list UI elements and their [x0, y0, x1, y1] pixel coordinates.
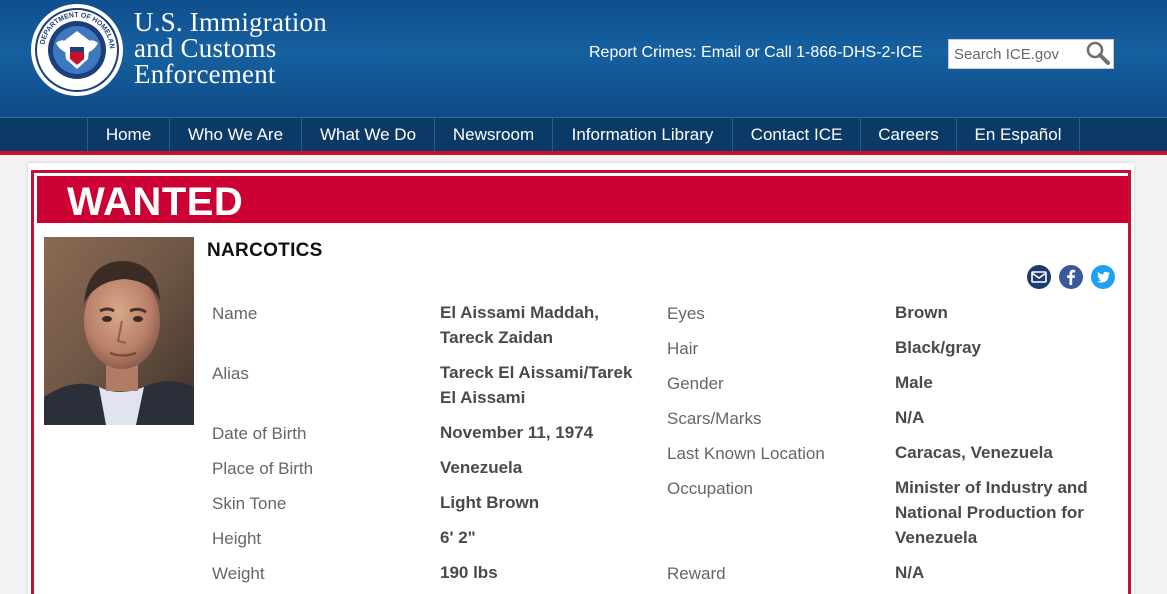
value-alias-line1: Tareck El Aissami/Tarek — [440, 363, 633, 382]
label-height: Height — [212, 529, 262, 548]
wanted-category: NARCOTICS — [207, 240, 323, 261]
label-gender: Gender — [667, 374, 724, 393]
value-occupation-line3: Venezuela — [895, 528, 978, 547]
email-icon — [1027, 265, 1051, 289]
search-box — [948, 39, 1114, 69]
twitter-icon — [1091, 265, 1115, 289]
value-name-line2: Tareck Zaidan — [440, 328, 554, 347]
agency-name-line1: U.S. Immigration — [134, 7, 327, 37]
magnifier-icon — [1086, 41, 1110, 65]
label-name: Name — [212, 304, 258, 323]
facebook-icon — [1059, 265, 1083, 289]
dhs-seal-logo[interactable]: DEPARTMENT OF HOMELAND SECURITY — [27, 0, 124, 97]
wanted-banner: WANTED — [37, 176, 1128, 224]
value-occupation-line2: National Production for — [895, 503, 1084, 522]
value-height: 6' 2" — [440, 528, 476, 547]
value-reward: N/A — [895, 563, 925, 582]
label-occupation: Occupation — [667, 479, 753, 498]
twitter-share-button[interactable] — [1090, 264, 1116, 290]
value-weight: 190 lbs — [440, 563, 498, 582]
site-header: DEPARTMENT OF HOMELAND SECURITY U.S. Imm… — [0, 0, 1167, 117]
value-date-of-birth: November 11, 1974 — [440, 423, 594, 442]
agency-name[interactable]: U.S. Immigration and Customs Enforcement — [134, 7, 327, 89]
label-date-of-birth: Date of Birth — [212, 424, 307, 443]
label-alias: Alias — [212, 364, 249, 383]
label-weight: Weight — [212, 564, 265, 583]
value-alias-line2: El Aissami — [440, 388, 526, 407]
value-occupation-line1: Minister of Industry and — [895, 478, 1088, 497]
label-skin-tone: Skin Tone — [212, 494, 287, 513]
value-skin-tone: Light Brown — [440, 493, 540, 512]
wanted-title: WANTED — [67, 180, 244, 224]
value-name-line1: El Aissami Maddah, — [440, 303, 600, 322]
search-input[interactable] — [949, 40, 1083, 68]
value-place-of-birth: Venezuela — [440, 458, 523, 477]
nav-item-newsroom[interactable]: Newsroom — [434, 118, 552, 152]
search-button[interactable] — [1083, 40, 1113, 68]
main-nav: Home Who We Are What We Do Newsroom Info… — [0, 117, 1167, 152]
label-eyes: Eyes — [667, 304, 705, 323]
email-share-button[interactable] — [1026, 264, 1052, 290]
nav-item-what-we-do[interactable]: What We Do — [301, 118, 434, 152]
label-last-known-location: Last Known Location — [667, 444, 825, 463]
label-hair: Hair — [667, 339, 699, 358]
nav-item-careers[interactable]: Careers — [860, 118, 956, 152]
label-place-of-birth: Place of Birth — [212, 459, 314, 478]
value-last-known-location: Caracas, Venezuela — [895, 443, 1053, 462]
nav-item-who-we-are[interactable]: Who We Are — [169, 118, 301, 152]
facebook-share-button[interactable] — [1058, 264, 1084, 290]
report-crimes-text[interactable]: Report Crimes: Email or Call 1-866-DHS-2… — [589, 44, 922, 62]
value-gender: Male — [895, 373, 933, 392]
nav-item-information-library[interactable]: Information Library — [552, 118, 732, 152]
nav-item-contact-ice[interactable]: Contact ICE — [732, 118, 860, 152]
agency-name-line3: Enforcement — [134, 59, 276, 89]
suspect-photo — [44, 237, 194, 425]
label-scars-marks: Scars/Marks — [667, 409, 762, 428]
agency-name-line2: and Customs — [134, 33, 277, 63]
nav-item-en-espanol[interactable]: En Español — [956, 118, 1080, 152]
value-eyes: Brown — [895, 303, 948, 322]
nav-item-home[interactable]: Home — [87, 118, 169, 152]
value-scars-marks: N/A — [895, 408, 925, 427]
label-reward: Reward — [667, 564, 726, 583]
value-hair: Black/gray — [895, 338, 981, 357]
